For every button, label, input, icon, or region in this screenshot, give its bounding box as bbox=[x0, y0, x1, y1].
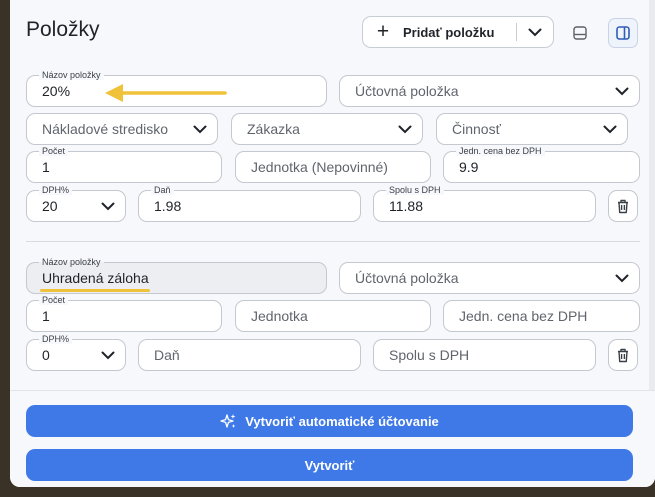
page-title: Položky bbox=[26, 18, 100, 41]
footer-bar: Vytvoriť automatické účtovanie Vytvoriť bbox=[10, 390, 655, 487]
chevron-down-icon bbox=[388, 125, 422, 134]
item1-qty-label: Počet bbox=[39, 146, 69, 156]
create-button[interactable]: Vytvoriť bbox=[26, 449, 633, 481]
trash-icon bbox=[618, 199, 628, 213]
auto-accounting-button[interactable]: Vytvoriť automatické účtovanie bbox=[26, 405, 633, 437]
item2-vat-select[interactable]: DPH% 0 bbox=[26, 334, 126, 371]
item1-name-label: Názov položky bbox=[39, 70, 104, 80]
item1-delete-button[interactable] bbox=[608, 190, 638, 222]
item1-account-placeholder: Účtovná položka bbox=[355, 83, 459, 99]
items-divider bbox=[26, 241, 640, 242]
sparkles-icon bbox=[220, 413, 236, 428]
items-panel: Položky + Pridať položku Názov položky 2… bbox=[10, 0, 655, 487]
create-label: Vytvoriť bbox=[304, 457, 355, 473]
item2-account-select[interactable]: Účtovná položka bbox=[339, 262, 640, 294]
item1-tax-field[interactable]: Daň 1.98 bbox=[138, 185, 361, 222]
item2-name-label: Názov položky bbox=[39, 257, 104, 267]
auto-accounting-label: Vytvoriť automatické účtovanie bbox=[245, 413, 439, 429]
item2-total-placeholder: Spolu s DPH bbox=[389, 347, 470, 363]
item2-account-placeholder: Účtovná položka bbox=[355, 270, 459, 286]
item1-total-field[interactable]: Spolu s DPH 11.88 bbox=[373, 185, 596, 222]
item2-qty-value: 1 bbox=[42, 308, 50, 324]
item1-cost-center-select[interactable]: Nákladové stredisko bbox=[26, 113, 218, 145]
item1-unit-price-value: 9.9 bbox=[459, 159, 479, 175]
chevron-down-icon bbox=[605, 87, 639, 96]
item2-name-value: Uhradená záloha bbox=[42, 270, 149, 286]
add-item-label: Pridať položku bbox=[403, 24, 495, 40]
item1-total-value: 11.88 bbox=[389, 198, 423, 214]
item1-tax-label: Daň bbox=[151, 185, 174, 195]
chevron-down-icon bbox=[605, 274, 639, 283]
chevron-down-icon bbox=[91, 351, 125, 360]
item2-unit-placeholder: Jednotka bbox=[251, 308, 308, 324]
layout-side-icon[interactable] bbox=[608, 18, 638, 48]
item1-unit-placeholder: Jednotka (Nepovinné) bbox=[251, 159, 388, 175]
item1-order-select[interactable]: Zákazka bbox=[231, 113, 423, 145]
item2-unit-price-field[interactable]: Jedn. cena bez DPH bbox=[443, 300, 640, 332]
item2-vat-value: 0 bbox=[42, 347, 50, 363]
item2-unit-field[interactable]: Jednotka bbox=[235, 300, 431, 332]
chevron-down-icon bbox=[593, 125, 627, 134]
item1-unit-field[interactable]: Jednotka (Nepovinné) bbox=[235, 151, 431, 183]
item2-vat-label: DPH% bbox=[39, 334, 73, 344]
item2-qty-label: Počet bbox=[39, 295, 69, 305]
item2-delete-button[interactable] bbox=[608, 339, 638, 371]
item2-qty-field[interactable]: Počet 1 bbox=[26, 295, 222, 332]
item2-tax-field[interactable]: Daň bbox=[138, 339, 361, 371]
item1-qty-value: 1 bbox=[42, 159, 50, 175]
item1-unit-price-label: Jedn. cena bez DPH bbox=[456, 146, 545, 156]
item2-total-field[interactable]: Spolu s DPH bbox=[373, 339, 596, 371]
chevron-down-icon bbox=[91, 202, 125, 211]
layout-bottom-icon[interactable] bbox=[565, 18, 595, 48]
item1-cost-center-placeholder: Nákladové stredisko bbox=[42, 121, 169, 137]
chevron-down-icon bbox=[183, 125, 217, 134]
item1-account-select[interactable]: Účtovná položka bbox=[339, 75, 640, 107]
item1-vat-label: DPH% bbox=[39, 185, 73, 195]
item2-unit-price-placeholder: Jedn. cena bez DPH bbox=[459, 308, 588, 324]
item1-tax-value: 1.98 bbox=[154, 198, 182, 214]
item1-activity-select[interactable]: Činnosť bbox=[436, 113, 628, 145]
item1-vat-select[interactable]: DPH% 20 bbox=[26, 185, 126, 222]
item2-tax-placeholder: Daň bbox=[154, 347, 180, 363]
add-item-button[interactable]: + Pridať položku bbox=[362, 16, 554, 48]
annotation-underline bbox=[40, 289, 150, 292]
trash-icon bbox=[618, 348, 628, 362]
item1-vat-value: 20 bbox=[42, 198, 58, 214]
item1-order-placeholder: Zákazka bbox=[247, 121, 300, 137]
arrow-left-icon bbox=[105, 84, 227, 102]
item1-activity-placeholder: Činnosť bbox=[452, 121, 501, 137]
chevron-down-icon[interactable] bbox=[517, 28, 553, 37]
item1-unit-price-field[interactable]: Jedn. cena bez DPH 9.9 bbox=[443, 146, 640, 183]
item1-total-label: Spolu s DPH bbox=[386, 185, 444, 195]
plus-icon: + bbox=[376, 20, 390, 43]
item1-qty-field[interactable]: Počet 1 bbox=[26, 146, 222, 183]
